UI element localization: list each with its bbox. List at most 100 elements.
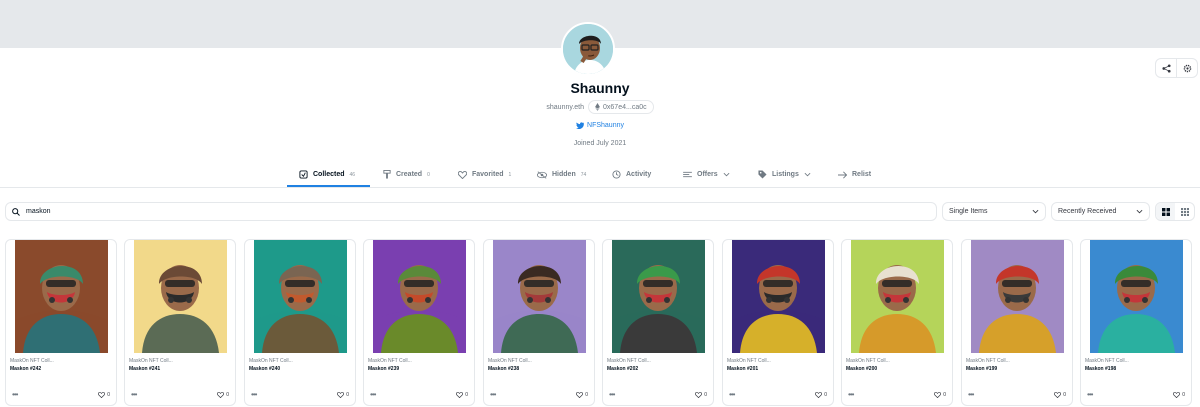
favorite-count: 0 [465,392,468,398]
settings-button[interactable] [1176,58,1198,78]
favorite-button[interactable]: 0 [815,392,827,398]
wallet-address: 0x67e4...ca0c [603,103,647,111]
collection-name[interactable]: MaskOn NFT Coll... [249,358,293,364]
wallet-address-button[interactable]: 0x67e4...ca0c [588,100,654,114]
favorite-button[interactable]: 0 [217,392,229,398]
tab-created[interactable]: Created 0 [383,162,430,187]
tab-favorited[interactable]: Favorited 1 [458,162,511,187]
heart-icon [217,392,225,398]
tab-offers[interactable]: Offers [683,162,730,187]
relist-icon [838,171,847,178]
favorite-count: 0 [943,392,946,398]
more-options-button[interactable]: ••• [968,390,974,399]
collection-name[interactable]: MaskOn NFT Coll... [129,358,173,364]
collection-name[interactable]: MaskOn NFT Coll... [1085,358,1129,364]
favorite-count: 0 [1063,392,1066,398]
nft-card[interactable]: MaskOn NFT Coll... Maskon #200 ••• 0 [841,239,953,406]
nft-image [134,240,227,353]
favorite-count: 0 [585,392,588,398]
item-type-select[interactable]: Single Items [942,202,1046,221]
nft-card[interactable]: MaskOn NFT Coll... Maskon #201 ••• 0 [722,239,834,406]
nft-card[interactable]: MaskOn NFT Coll... Maskon #242 ••• 0 [5,239,117,406]
nft-image [1090,240,1183,353]
search-icon [12,207,20,216]
collection-name[interactable]: MaskOn NFT Coll... [966,358,1010,364]
favorite-button[interactable]: 0 [934,392,946,398]
nft-image [373,240,466,353]
eye-off-icon [537,170,547,179]
small-grid-icon [1180,207,1189,216]
profile-identifiers: shaunny.eth 0x67e4...ca0c [0,100,1200,114]
tab-hidden[interactable]: Hidden 74 [537,162,586,187]
favorite-count: 0 [1182,392,1185,398]
small-grid-button[interactable] [1175,203,1194,220]
search-input[interactable]: maskon [5,202,937,221]
favorite-button[interactable]: 0 [576,392,588,398]
nft-name[interactable]: Maskon #239 [368,366,399,372]
share-button[interactable] [1155,58,1177,78]
tab-activity[interactable]: Activity [612,162,651,187]
collection-name[interactable]: MaskOn NFT Coll... [846,358,890,364]
heart-icon [458,170,467,179]
tab-listings[interactable]: Listings [758,162,811,187]
more-options-button[interactable]: ••• [12,390,18,399]
collection-name[interactable]: MaskOn NFT Coll... [727,358,771,364]
nft-name[interactable]: Maskon #199 [966,366,997,372]
nft-name[interactable]: Maskon #202 [607,366,638,372]
twitter-link[interactable]: NFShaunny [0,122,1200,129]
favorite-button[interactable]: 0 [456,392,468,398]
gear-icon [1183,64,1191,72]
nft-name[interactable]: Maskon #240 [249,366,280,372]
nft-name[interactable]: Maskon #198 [1085,366,1116,372]
collection-name[interactable]: MaskOn NFT Coll... [488,358,532,364]
profile-avatar[interactable] [561,22,615,76]
collection-name[interactable]: MaskOn NFT Coll... [368,358,412,364]
nft-card[interactable]: MaskOn NFT Coll... Maskon #199 ••• 0 [961,239,1073,406]
favorite-button[interactable]: 0 [98,392,110,398]
nft-name[interactable]: Maskon #238 [488,366,519,372]
nft-card[interactable]: MaskOn NFT Coll... Maskon #198 ••• 0 [1080,239,1192,406]
favorite-button[interactable]: 0 [337,392,349,398]
nft-card[interactable]: MaskOn NFT Coll... Maskon #238 ••• 0 [483,239,595,406]
chevron-down-icon [1136,209,1143,214]
nft-image [254,240,347,353]
collection-name[interactable]: MaskOn NFT Coll... [10,358,54,364]
nft-image [971,240,1064,353]
more-options-button[interactable]: ••• [490,390,496,399]
more-options-button[interactable]: ••• [131,390,137,399]
heart-icon [815,392,823,398]
tab-relist[interactable]: Relist [838,162,871,187]
nft-card[interactable]: MaskOn NFT Coll... Maskon #240 ••• 0 [244,239,356,406]
favorite-button[interactable]: 0 [1173,392,1185,398]
nft-card[interactable]: MaskOn NFT Coll... Maskon #241 ••• 0 [124,239,236,406]
more-options-button[interactable]: ••• [370,390,376,399]
nft-image [612,240,705,353]
heart-icon [1173,392,1181,398]
collection-name[interactable]: MaskOn NFT Coll... [607,358,651,364]
avatar-portrait-icon [563,24,613,74]
heart-icon [337,392,345,398]
more-options-button[interactable]: ••• [251,390,257,399]
profile-username: Shaunny [570,80,630,96]
more-options-button[interactable]: ••• [609,390,615,399]
nft-card[interactable]: MaskOn NFT Coll... Maskon #202 ••• 0 [602,239,714,406]
heart-icon [456,392,464,398]
tab-collected[interactable]: Collected 46 [299,162,355,187]
more-options-button[interactable]: ••• [1087,390,1093,399]
favorite-button[interactable]: 0 [1054,392,1066,398]
nft-image [851,240,944,353]
more-options-button[interactable]: ••• [729,390,735,399]
tag-icon [758,170,767,179]
heart-icon [934,392,942,398]
favorite-button[interactable]: 0 [695,392,707,398]
nft-name[interactable]: Maskon #201 [727,366,758,372]
more-options-button[interactable]: ••• [848,390,854,399]
nft-name[interactable]: Maskon #241 [129,366,160,372]
nft-card[interactable]: MaskOn NFT Coll... Maskon #239 ••• 0 [363,239,475,406]
chevron-down-icon [804,172,811,177]
nft-name[interactable]: Maskon #200 [846,366,877,372]
large-grid-button[interactable] [1156,203,1175,220]
nft-name[interactable]: Maskon #242 [10,366,41,372]
paint-brush-icon [383,170,391,179]
sort-select[interactable]: Recently Received [1051,202,1150,221]
